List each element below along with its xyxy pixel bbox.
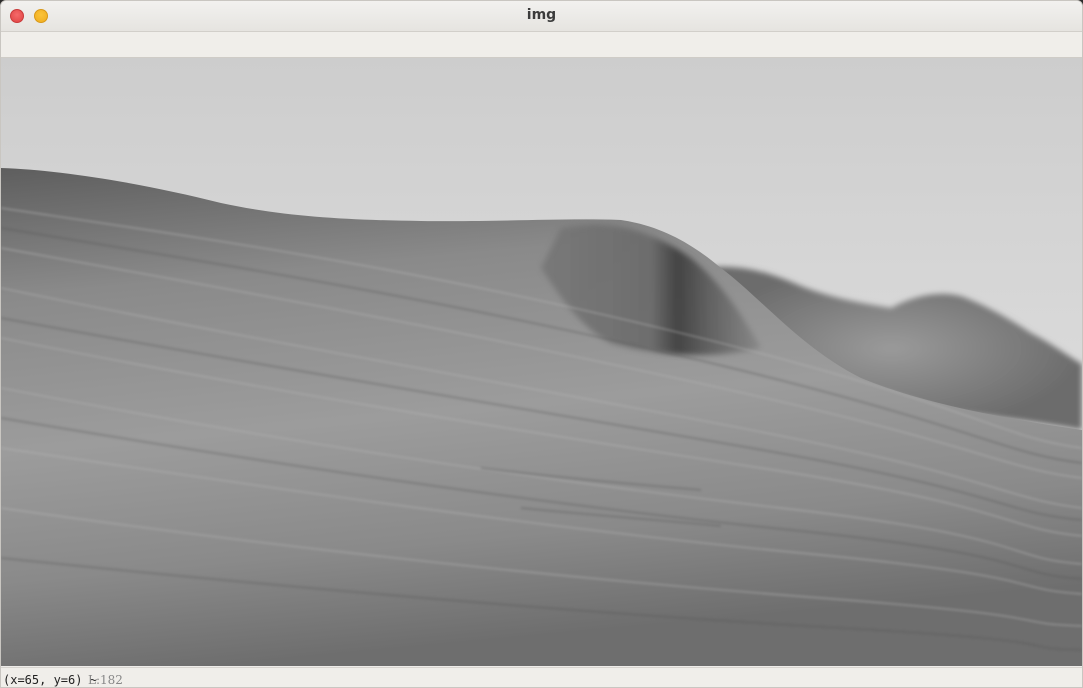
- window-title: img: [526, 7, 557, 23]
- image-viewer-window: img (x=65, y=6) ~ L:182: [0, 0, 1083, 688]
- image-canvas[interactable]: [1, 58, 1082, 666]
- status-bar: (x=65, y=6) ~ L:182: [1, 667, 1082, 687]
- title-bar[interactable]: img: [1, 1, 1082, 32]
- wave-image[interactable]: [1, 58, 1082, 666]
- pixel-level: L:182: [88, 673, 123, 687]
- cursor-coordinates: (x=65, y=6) ~: [3, 673, 97, 687]
- toolbar: [1, 32, 1082, 58]
